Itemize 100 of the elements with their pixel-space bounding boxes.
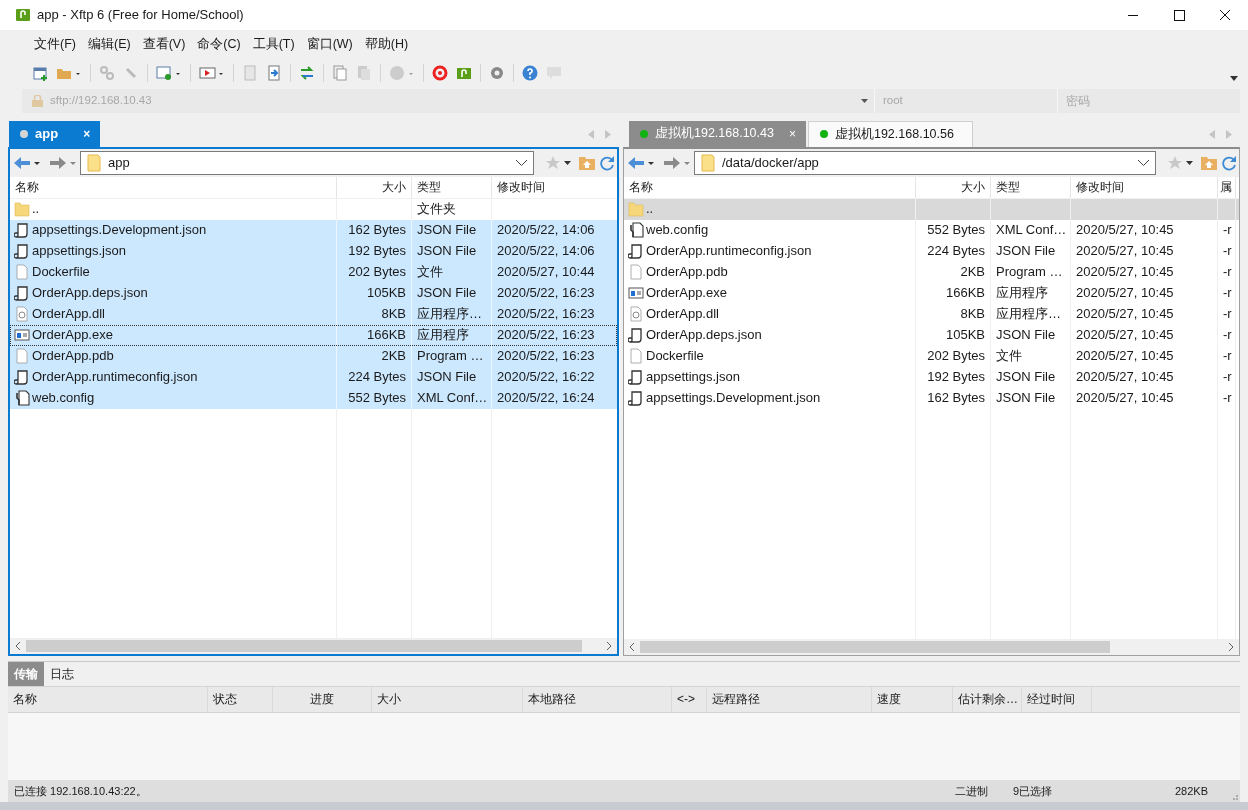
status-text: 9已选择 (1012, 783, 1054, 799)
column-header[interactable]: 状态 (208, 686, 273, 712)
scrollbar-thumb[interactable] (26, 639, 582, 652)
column-header[interactable]: 修改时间 (1071, 176, 1218, 198)
transfer-arrows-icon[interactable] (299, 64, 315, 81)
star-icon[interactable] (1168, 155, 1182, 170)
dropdown-arrow-icon[interactable] (1186, 160, 1193, 165)
column-header[interactable]: 进度 (273, 686, 372, 712)
table-cell-text: 2020/5/22, 16:23 (497, 347, 595, 366)
table-cell-text: 2020/5/27, 10:45 (1076, 221, 1174, 240)
table-cell-text: 192 Bytes (348, 242, 406, 261)
file-row[interactable]: appsettings.Development.json 162 Bytes JSON File 2020/5/22, 14:06 (10, 219, 617, 241)
menu-item[interactable]: 编辑(E) (81, 32, 137, 56)
help-icon[interactable] (522, 64, 538, 81)
file-row[interactable]: .. (624, 198, 1239, 220)
password-field[interactable]: 密码 (1058, 88, 1240, 113)
menu-item[interactable]: 命令(C) (191, 32, 247, 56)
table-cell-text: 2020/5/22, 16:23 (497, 284, 595, 303)
file-name: appsettings.json (32, 242, 126, 261)
menu-item[interactable]: 窗口(W) (300, 32, 359, 56)
refresh-icon[interactable] (1221, 154, 1237, 171)
table-cell-text: 2020/5/27, 10:45 (1076, 347, 1174, 366)
table-cell-text: 162 Bytes (348, 221, 406, 240)
file-name: .. (32, 200, 40, 219)
table-cell-text: JSON File (996, 326, 1056, 345)
file-row[interactable]: appsettings.json 192 Bytes JSON File 2020/5/22, 14:06 (10, 240, 617, 262)
table-cell-text: 8KB (960, 305, 985, 324)
menu-item[interactable]: 文件(F) (28, 32, 82, 56)
menu-item[interactable]: 工具(T) (246, 32, 301, 56)
table-cell-text: 162 Bytes (927, 389, 985, 408)
forward-icon[interactable] (664, 155, 690, 170)
home-folder-icon[interactable] (579, 155, 595, 170)
table-cell-text: 2020/5/27, 10:45 (1076, 284, 1174, 303)
table-cell-text: JSON File (417, 221, 477, 240)
dropdown-arrow-icon[interactable] (564, 160, 571, 165)
column-header[interactable]: 类型 (412, 176, 492, 198)
table-cell-text: XML Conf… (996, 221, 1067, 240)
column-header[interactable]: 大小 (372, 686, 523, 712)
window-file-icon (628, 285, 644, 302)
file-row[interactable]: OrderApp.pdb 2KB Program … 2020/5/22, 16:23 (10, 345, 617, 367)
column-header[interactable]: 修改时间 (492, 176, 620, 198)
column-header[interactable]: 大小 (337, 176, 412, 198)
new-session-icon[interactable] (32, 64, 48, 81)
pane-tab[interactable]: app × (9, 120, 101, 147)
scrollbar-thumb[interactable] (640, 640, 1110, 653)
file-name: .. (646, 200, 654, 219)
column-header[interactable]: <-> (672, 686, 707, 712)
file-row[interactable]: OrderApp.deps.json 105KB JSON File 2020/5/22, 16:23 (10, 282, 617, 304)
tab-label: app (35, 124, 59, 143)
app-logo-icon (15, 7, 31, 23)
dropdown-arrow-icon[interactable] (1230, 76, 1238, 82)
column-header[interactable]: 大小 (916, 176, 991, 198)
file-name: OrderApp.pdb (646, 263, 728, 282)
table-cell-text: 文件夹 (417, 200, 456, 219)
column-header[interactable]: 本地路径 (523, 686, 672, 712)
folder-icon (628, 201, 644, 218)
refresh-icon[interactable] (599, 154, 615, 171)
connect-icon[interactable] (99, 64, 115, 81)
back-icon[interactable] (628, 155, 654, 170)
file-row[interactable]: OrderApp.dll 8KB 应用程序… 2020/5/22, 16:23 (10, 303, 617, 325)
close-tab-button[interactable]: × (83, 124, 91, 143)
table-cell-text: -r (1223, 368, 1232, 387)
forward-icon[interactable] (50, 155, 76, 170)
status-text: 二进制 (954, 783, 989, 799)
script-file-icon (628, 327, 644, 344)
home-folder-icon[interactable] (1201, 155, 1217, 170)
column-header[interactable]: 名称 (624, 176, 916, 198)
table-cell-text: 166KB (945, 284, 985, 303)
file-row[interactable]: web.config 552 Bytes XML Conf… 2020/5/22, 16:24 (10, 387, 617, 409)
table-cell-text: 2020/5/27, 10:45 (1076, 242, 1174, 261)
star-icon[interactable] (546, 155, 560, 170)
column-header[interactable]: 属 (1218, 176, 1236, 198)
panel-tab[interactable]: 日志 (44, 661, 80, 686)
copy-icon[interactable] (332, 64, 348, 81)
column-header[interactable]: 速度 (872, 686, 953, 712)
table-cell-text: 文件 (996, 347, 1022, 366)
table-cell-text: JSON File (996, 368, 1056, 387)
status-text: 已连接 192.168.10.43:22。 (14, 783, 147, 799)
column-header[interactable]: 远程路径 (707, 686, 872, 712)
settings-icon[interactable] (489, 64, 505, 81)
file-row[interactable]: OrderApp.exe 166KB 应用程序 2020/5/22, 16:23 (10, 324, 617, 346)
file-row[interactable]: OrderApp.runtimeconfig.json 224 Bytes JSON File 2020/5/22, 16:22 (10, 366, 617, 388)
column-header[interactable]: 名称 (10, 176, 337, 198)
play-icon[interactable] (199, 64, 225, 81)
file-row[interactable]: Dockerfile 202 Bytes 文件 2020/5/27, 10:44 (10, 261, 617, 283)
gear-file-icon (14, 306, 30, 323)
file-name: OrderApp.dll (32, 305, 105, 324)
back-icon[interactable] (14, 155, 40, 170)
column-header[interactable]: 经过时间 (1022, 686, 1092, 712)
file-name: appsettings.Development.json (646, 389, 821, 408)
column-header[interactable]: 名称 (8, 686, 208, 712)
path-field[interactable]: /data/docker/app (694, 150, 1156, 175)
file-icon (14, 264, 30, 281)
menu-item[interactable]: 帮助(H) (358, 32, 415, 56)
menu-item[interactable]: 查看(V) (136, 32, 192, 56)
path-field[interactable]: app (80, 150, 534, 175)
table-cell-text: -r (1223, 221, 1232, 240)
pane-tab[interactable]: 虚拟机192.168.10.56 (807, 120, 973, 147)
column-header[interactable]: 类型 (991, 176, 1071, 198)
column-header[interactable]: 估计剩余… (953, 686, 1022, 712)
